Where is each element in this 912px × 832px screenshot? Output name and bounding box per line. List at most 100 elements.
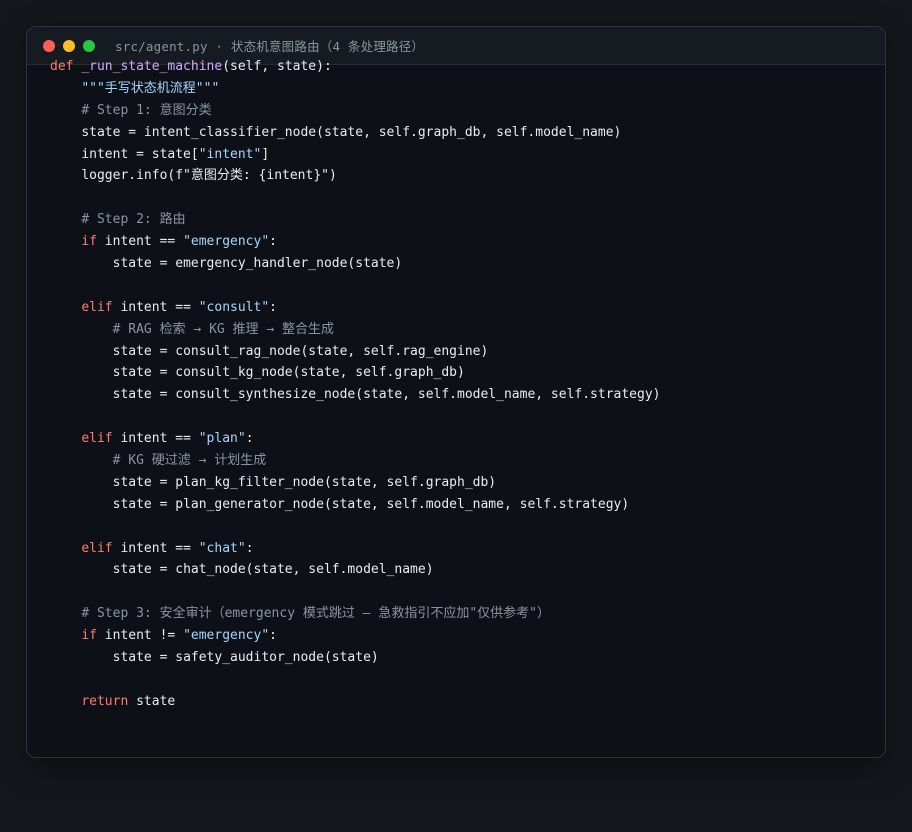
code-token: # KG 硬过滤 → 计划生成 (112, 453, 267, 469)
code-token: : (245, 540, 254, 556)
code-token: elif (81, 431, 113, 447)
code-line: """手写状态机流程""" (50, 78, 661, 100)
code-token: state = safety_auditor_node(state) (112, 650, 379, 666)
code-token: state (128, 693, 176, 709)
code-token: state = plan_kg_filter_node(state, self.… (112, 474, 497, 490)
code-line: state = consult_kg_node(state, self.grap… (50, 362, 661, 384)
code-line: elif intent == "chat": (50, 538, 661, 560)
code-token: _run_state_machine (81, 59, 223, 74)
code-token: return (81, 693, 129, 709)
code-line: # KG 硬过滤 → 计划生成 (50, 450, 661, 472)
code-line: elif intent == "consult": (50, 297, 661, 319)
code-token: "emergency" (183, 234, 270, 250)
code-token: logger.info(f"意图分类: {intent}") (81, 168, 337, 184)
code-token: state = consult_rag_node(state, self.rag… (112, 343, 489, 359)
code-token: ] (261, 146, 270, 162)
code-token: intent == (112, 540, 199, 556)
code-token: state = chat_node(state, self.model_name… (112, 562, 434, 578)
code-token: # RAG 检索 → KG 推理 → 整合生成 (112, 321, 335, 337)
code-token: """手写状态机流程""" (81, 80, 220, 96)
code-line: return state (50, 691, 661, 713)
code-block[interactable]: def _run_state_machine(self, state): """… (50, 56, 661, 713)
code-token: # Step 1: 意图分类 (81, 102, 212, 118)
code-line: # RAG 检索 → KG 推理 → 整合生成 (50, 319, 661, 341)
code-token: "chat" (198, 540, 246, 556)
code-token: : (269, 234, 277, 250)
code-line: state = plan_generator_node(state, self.… (50, 494, 661, 516)
code-token: intent = state[ (81, 146, 199, 162)
code-token: "plan" (198, 431, 246, 447)
code-token: if (81, 234, 97, 250)
code-line: state = chat_node(state, self.model_name… (50, 559, 661, 581)
code-token: # Step 2: 路由 (81, 212, 186, 228)
code-line: intent = state["intent"] (50, 144, 661, 166)
window-title: src/agent.py · 状态机意图路由（4 条处理路径） (115, 39, 425, 54)
code-token: (self, state): (222, 59, 332, 74)
code-token: "emergency" (183, 628, 270, 644)
code-token: "consult" (198, 299, 270, 315)
code-token: if (81, 628, 97, 644)
code-line: state = emergency_handler_node(state) (50, 253, 661, 275)
code-token: def (50, 59, 74, 74)
code-line: if intent != "emergency": (50, 625, 661, 647)
code-token: state = intent_classifier_node(state, se… (81, 124, 622, 140)
code-token: elif (81, 540, 113, 556)
code-line: logger.info(f"意图分类: {intent}") (50, 165, 661, 187)
code-token: state = emergency_handler_node(state) (112, 256, 403, 272)
code-line: def _run_state_machine(self, state): (50, 56, 661, 78)
code-line: # Step 1: 意图分类 (50, 100, 661, 122)
code-token: state = consult_kg_node(state, self.grap… (112, 365, 465, 381)
code-token: intent == (96, 234, 184, 250)
code-line: state = safety_auditor_node(state) (50, 647, 661, 669)
code-token: intent != (96, 628, 184, 644)
code-line: state = consult_synthesize_node(state, s… (50, 384, 661, 406)
code-line: state = consult_rag_node(state, self.rag… (50, 341, 661, 363)
code-token: "intent" (198, 146, 262, 162)
close-button[interactable] (43, 39, 55, 52)
code-line: # Step 2: 路由 (50, 209, 661, 231)
code-token: intent == (112, 299, 199, 315)
code-token: # Step 3: 安全审计（emergency 模式跳过 — 急救指引不应加"… (81, 606, 550, 622)
code-token: : (269, 299, 277, 315)
code-token: intent == (112, 431, 199, 447)
code-line: # Step 3: 安全审计（emergency 模式跳过 — 急救指引不应加"… (50, 603, 661, 625)
maximize-button[interactable] (83, 39, 95, 52)
code-token: : (269, 628, 277, 644)
code-line: elif intent == "plan": (50, 428, 661, 450)
code-line: state = plan_kg_filter_node(state, self.… (50, 472, 661, 494)
minimize-button[interactable] (63, 39, 75, 52)
code-line: state = intent_classifier_node(state, se… (50, 122, 661, 144)
code-token: elif (81, 299, 113, 315)
code-token: state = consult_synthesize_node(state, s… (112, 387, 661, 403)
code-token: : (245, 431, 254, 447)
code-line: if intent == "emergency": (50, 231, 661, 253)
